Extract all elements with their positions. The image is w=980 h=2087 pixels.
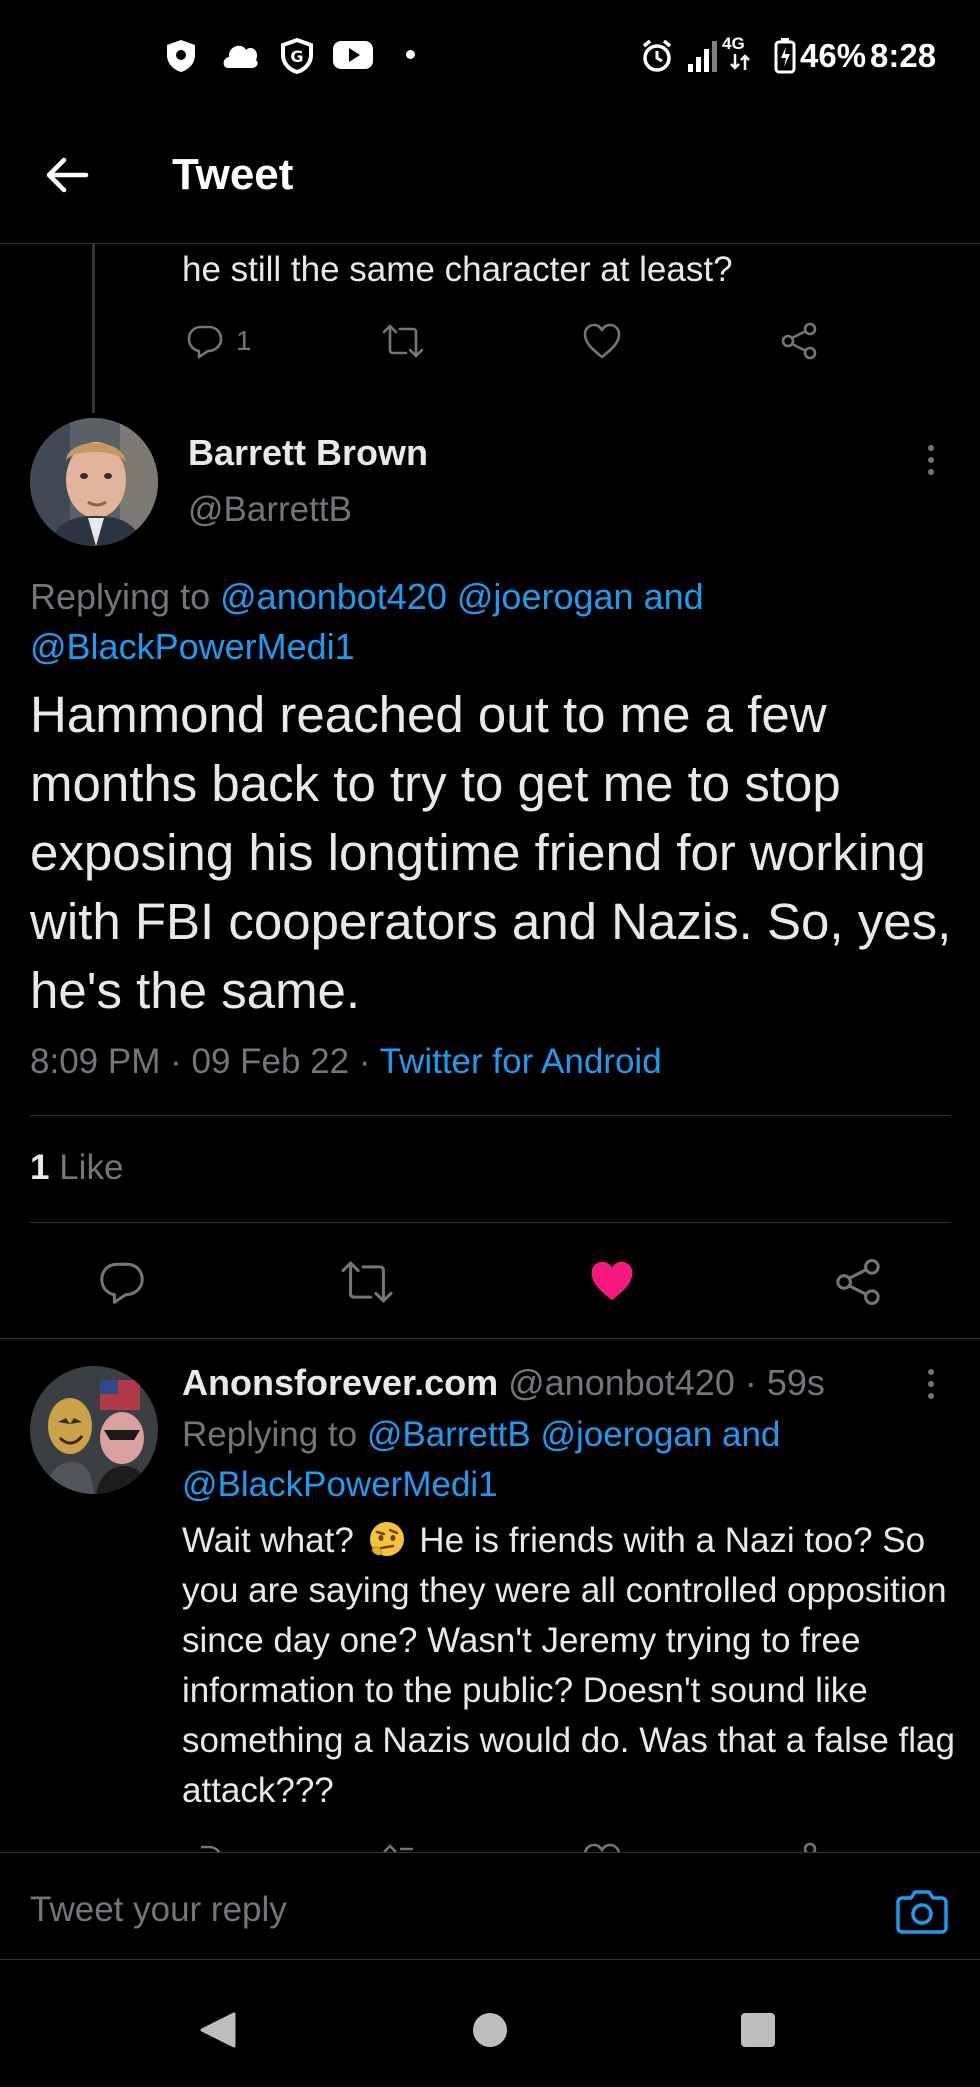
previous-reply-button[interactable]: 1 (186, 322, 252, 360)
reply-action-bar-cutoff (186, 1842, 886, 1852)
reply-button[interactable] (98, 1258, 146, 1306)
tweet-date: 09 Feb 22 (191, 1042, 350, 1081)
nav-recents-icon[interactable] (740, 2012, 776, 2048)
like-count: 1 (30, 1148, 50, 1187)
mention-joerogan[interactable]: @joerogan (457, 576, 634, 617)
tweet-metadata: 8:09 PM · 09 Feb 22 · Twitter for Androi… (30, 1042, 662, 1082)
anonsforever-avatar[interactable] (30, 1366, 158, 1494)
previous-tweet-text: he still the same character at least? (182, 250, 733, 289)
nav-home-icon[interactable] (472, 2012, 508, 2048)
network-type: 4G (722, 34, 745, 53)
likes-count-row[interactable]: 1 Like (30, 1148, 123, 1188)
heart-filled-icon (588, 1258, 636, 1304)
signal-icon (686, 38, 720, 74)
mention-joerogan[interactable]: @joerogan (541, 1415, 713, 1454)
reply-header: Anonsforever.com @anonbot420 · 59s (182, 1362, 825, 1404)
vpn-shield-icon (164, 38, 198, 74)
author-handle[interactable]: @BarrettB (188, 490, 352, 530)
status-bar: G 4G 46% 8:28 (0, 0, 980, 110)
like-button[interactable] (588, 1258, 636, 1304)
like-label: Like (59, 1148, 124, 1187)
previous-retweet-button[interactable] (382, 322, 424, 360)
data-arrows-icon (730, 52, 750, 72)
more-notifications-dot (406, 50, 415, 59)
reply-icon (186, 1842, 224, 1852)
previous-like-button[interactable] (582, 322, 622, 360)
meta-separator: · (358, 1042, 371, 1081)
mention-and[interactable]: and (722, 1415, 780, 1454)
heart-outline-icon (582, 1842, 622, 1852)
reply-icon (98, 1258, 146, 1306)
reply-age: 59s (766, 1362, 825, 1403)
retweet-icon (340, 1258, 394, 1306)
page-title: Tweet (172, 150, 294, 199)
meta-separator: · (170, 1042, 182, 1081)
heart-outline-icon (582, 322, 622, 360)
svg-text:G: G (290, 47, 303, 66)
thread-connector-line (92, 243, 95, 413)
tweet-time: 8:09 PM (30, 1042, 161, 1081)
tweet-body: Hammond reached out to me a few months b… (30, 686, 952, 1019)
tweet-source[interactable]: Twitter for Android (380, 1042, 662, 1081)
nav-back-icon[interactable] (198, 2010, 238, 2050)
mention-anonbot420[interactable]: @anonbot420 (220, 576, 447, 617)
reply-icon (186, 322, 224, 360)
reply-replying-to-label: Replying to (182, 1415, 358, 1454)
share-icon (780, 322, 818, 360)
reply-text-rest: He is friends with a Nazi too? So you ar… (182, 1521, 955, 1810)
mention-blackpowermedi1[interactable]: @BlackPowerMedi1 (30, 626, 355, 667)
camera-icon[interactable] (896, 1888, 948, 1934)
previous-share-button[interactable] (780, 322, 818, 360)
top-app-bar (0, 110, 980, 244)
retweet-button[interactable] (340, 1258, 394, 1306)
divider (30, 1115, 950, 1116)
reply-tweet-body: Wait what? He is friends with a Nazi too… (182, 1516, 962, 1816)
youtube-icon (332, 40, 374, 70)
share-icon (780, 1842, 818, 1852)
mention-blackpowermedi1[interactable]: @BlackPowerMedi1 (182, 1465, 498, 1504)
reply-more-options-icon[interactable] (916, 1364, 946, 1404)
reply-text-start: Wait what? (182, 1521, 354, 1560)
battery-level: 46% (800, 37, 867, 74)
reply-separator: · (744, 1362, 757, 1403)
author-name[interactable]: Barrett Brown (188, 432, 428, 474)
mention-and[interactable]: and (644, 576, 704, 617)
raised-eyebrow-emoji-icon (368, 1520, 406, 1558)
previous-reply-count: 1 (236, 325, 252, 356)
retweet-icon (382, 1842, 424, 1852)
divider (0, 1338, 980, 1339)
back-arrow-icon[interactable] (44, 152, 90, 198)
reply-author-name[interactable]: Anonsforever.com (182, 1362, 498, 1403)
tweet-reply-input[interactable]: Tweet your reply (30, 1890, 287, 1930)
alarm-icon (640, 38, 674, 74)
battery-icon (774, 38, 796, 74)
divider (30, 1222, 950, 1223)
guard-shield-icon: G (280, 38, 314, 74)
share-icon (834, 1258, 882, 1306)
replying-to-line: Replying to @anonbot420 @joerogan and @B… (30, 572, 950, 672)
barrett-brown-avatar[interactable] (30, 418, 158, 546)
share-button[interactable] (834, 1258, 882, 1306)
reply-replying-to-line: Replying to @BarrettB @joerogan and @Bla… (182, 1410, 942, 1510)
retweet-icon (382, 322, 424, 360)
reply-author-handle[interactable]: @anonbot420 (508, 1362, 735, 1403)
replying-to-label: Replying to (30, 576, 211, 617)
more-options-icon[interactable] (916, 440, 946, 480)
mention-barrettb[interactable]: @BarrettB (367, 1415, 531, 1454)
cloud-app-icon (222, 38, 260, 72)
clock-time: 8:28 (870, 37, 937, 74)
